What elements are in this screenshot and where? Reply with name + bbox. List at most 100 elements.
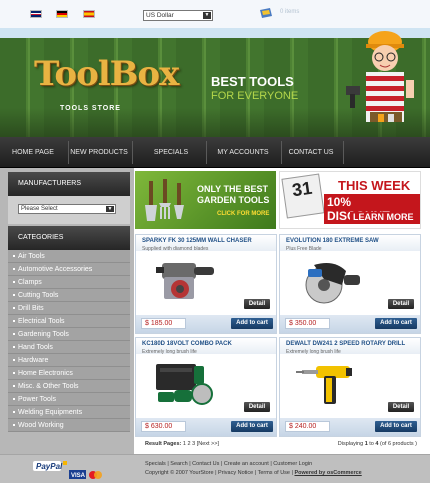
product-card-footer: $ 240.00 Add to cart	[280, 418, 420, 436]
product-card-header: EVOLUTION 180 EXTREME SAW Plus Free Blad…	[280, 235, 420, 252]
category-wood-working[interactable]: Wood Working	[8, 419, 130, 432]
categories-list: Air Tools Automotive Accessories Clamps …	[8, 250, 130, 432]
svg-text:PayPal: PayPal	[36, 462, 63, 471]
nav-divider	[206, 141, 207, 164]
footer: PayPal VISA Specials | Search | Contact …	[0, 454, 430, 483]
main-nav: HOME PAGE NEW PRODUCTS SPECIALS MY ACCOU…	[0, 137, 430, 168]
add-to-cart-button[interactable]: Add to cart	[375, 421, 417, 432]
product-detail-button[interactable]: Detail	[388, 402, 414, 412]
svg-text:VISA: VISA	[71, 473, 86, 479]
powered-by-link[interactable]: Powered by osCommerce	[294, 470, 361, 476]
nav-specials[interactable]: SPECIALS	[140, 137, 202, 168]
nav-new-products[interactable]: NEW PRODUCTS	[68, 137, 130, 168]
manufacturers-select-value: Please Select	[21, 206, 58, 212]
category-welding-equipments[interactable]: Welding Equipments	[8, 406, 130, 419]
garden-promo-cta[interactable]: CLICK FOR MORE	[217, 211, 269, 217]
kid-with-tools-image	[346, 31, 414, 122]
nav-contact-us[interactable]: CONTACT US	[282, 137, 340, 168]
product-title[interactable]: SPARKY FK 30 125MM WALL CHASER	[142, 238, 252, 244]
categories-title: CATEGORIES	[8, 226, 130, 250]
product-card: SPARKY FK 30 125MM WALL CHASER Supplied …	[135, 234, 277, 334]
pagination-bar: Result Pages: 1 2 3 [Next >>] Displaying…	[135, 439, 421, 451]
category-misc-other-tools[interactable]: Misc. & Other Tools	[8, 380, 130, 393]
product-detail-button[interactable]: Detail	[388, 299, 414, 309]
add-to-cart-button[interactable]: Add to cart	[231, 421, 273, 432]
add-to-cart-button[interactable]: Add to cart	[231, 318, 273, 329]
nav-divider	[343, 141, 344, 164]
product-price: $ 240.00	[285, 421, 330, 432]
category-automotive-accessories[interactable]: Automotive Accessories	[8, 263, 130, 276]
week-promo-cta[interactable]: LEARN MORE	[350, 212, 417, 222]
garden-promo-line2: GARDEN TOOLS	[197, 195, 270, 205]
circular-saw-image[interactable]	[294, 257, 366, 307]
shopping-cart-icon[interactable]	[259, 8, 273, 20]
displaying-from: 1	[364, 441, 368, 447]
combo-pack-image[interactable]	[150, 360, 222, 410]
calendar-number: 31	[290, 177, 314, 201]
product-subtitle: Supplied with diamond blades	[142, 246, 209, 252]
page-link-2[interactable]: 2	[188, 441, 191, 447]
category-hardware[interactable]: Hardware	[8, 354, 130, 367]
category-power-tools[interactable]: Power Tools	[8, 393, 130, 406]
category-cutting-tools[interactable]: Cutting Tools	[8, 289, 130, 302]
product-card: EVOLUTION 180 EXTREME SAW Plus Free Blad…	[279, 234, 421, 334]
product-card: KC180D 18VOLT COMBO PACK Extremely long …	[135, 337, 277, 437]
nav-divider	[132, 141, 133, 164]
garden-tools-promo[interactable]: ONLY THE BEST GARDEN TOOLS CLICK FOR MOR…	[135, 171, 276, 229]
category-clamps[interactable]: Clamps	[8, 276, 130, 289]
this-week-promo[interactable]: 31 THIS WEEK 10% DISCOUNT LEARN MORE	[279, 171, 421, 229]
garden-promo-line1: ONLY THE BEST	[197, 184, 269, 194]
product-card-header: KC180D 18VOLT COMBO PACK Extremely long …	[136, 338, 276, 355]
product-title[interactable]: EVOLUTION 180 EXTREME SAW	[286, 238, 379, 244]
product-detail-button[interactable]: Detail	[244, 299, 270, 309]
product-subtitle: Extremely long brush life	[286, 349, 341, 355]
nav-my-accounts[interactable]: MY ACCOUNTS	[210, 137, 276, 168]
category-home-electronics[interactable]: Home Electronics	[8, 367, 130, 380]
cart-items-count: 0 items	[280, 9, 300, 15]
manufacturers-select[interactable]: Please Select ▼	[18, 204, 116, 214]
german-flag-icon[interactable]	[56, 10, 68, 18]
displaying-total: (of 6 products )	[380, 441, 417, 447]
cart-summary[interactable]: 0 items	[280, 9, 299, 16]
next-page-link[interactable]: [Next >>]	[197, 441, 219, 447]
rotary-drill-image[interactable]	[294, 360, 366, 410]
calendar-icon: 31	[281, 173, 325, 219]
header-banner: ToolBox TOOLS STORE BEST TOOLS FOR EVERY…	[0, 28, 430, 137]
product-card-header: SPARKY FK 30 125MM WALL CHASER Supplied …	[136, 235, 276, 252]
nav-home[interactable]: HOME PAGE	[0, 137, 66, 168]
displaying-prefix: Displaying	[337, 441, 364, 447]
footer-links[interactable]: Specials | Search | Contact Us | Create …	[145, 461, 312, 467]
slogan-line2: FOR EVERYONE	[211, 90, 299, 102]
slogan-line1: BEST TOOLS	[211, 74, 294, 89]
category-air-tools[interactable]: Air Tools	[8, 250, 130, 263]
spanish-flag-icon[interactable]	[83, 10, 95, 18]
wall-chaser-image[interactable]	[150, 257, 222, 307]
category-hand-tools[interactable]: Hand Tools	[8, 341, 130, 354]
currency-select[interactable]: US Dollar ▼	[143, 10, 213, 21]
product-card-footer: $ 185.00 Add to cart	[136, 315, 276, 333]
product-detail-button[interactable]: Detail	[244, 402, 270, 412]
category-drill-bits[interactable]: Drill Bits	[8, 302, 130, 315]
page-link-1[interactable]: 1	[183, 441, 186, 447]
product-card-footer: $ 350.00 Add to cart	[280, 315, 420, 333]
page-link-3[interactable]: 3	[192, 441, 195, 447]
product-price: $ 630.00	[141, 421, 186, 432]
currency-value: US Dollar	[146, 12, 174, 19]
add-to-cart-button[interactable]: Add to cart	[375, 318, 417, 329]
product-title[interactable]: KC180D 18VOLT COMBO PACK	[142, 341, 232, 347]
result-pages: Result Pages: 1 2 3 [Next >>]	[145, 441, 219, 447]
product-price: $ 185.00	[141, 318, 186, 329]
manufacturers-title: MANUFACTURERS	[8, 172, 130, 196]
store-page: US Dollar ▼ 0 items ToolBox TOOLS STORE …	[0, 0, 430, 483]
category-electrical-tools[interactable]: Electrical Tools	[8, 315, 130, 328]
copyright-text: Copyright © 2007 YourStore | Privacy Not…	[145, 470, 293, 476]
top-bar: US Dollar ▼ 0 items	[0, 0, 430, 28]
english-flag-icon[interactable]	[30, 10, 42, 18]
chevron-down-icon: ▼	[203, 12, 211, 19]
result-pages-label: Result Pages:	[145, 441, 182, 447]
category-gardening-tools[interactable]: Gardening Tools	[8, 328, 130, 341]
product-title[interactable]: DEWALT DW241 2 SPEED ROTARY DRILL	[286, 341, 405, 347]
displaying-to: 4	[375, 441, 379, 447]
logo[interactable]: ToolBox	[34, 54, 179, 94]
product-card: DEWALT DW241 2 SPEED ROTARY DRILL Extrem…	[279, 337, 421, 437]
